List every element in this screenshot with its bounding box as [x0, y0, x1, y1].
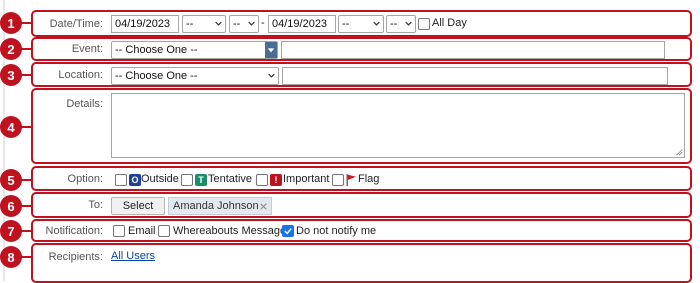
badge-1: 1	[0, 12, 22, 34]
location-text-input[interactable]	[282, 67, 668, 85]
option-flag-checkbox[interactable]	[332, 174, 344, 186]
event-select-arrow-box	[265, 42, 277, 58]
end-minute-select[interactable]: --	[386, 15, 416, 33]
event-label: Event:	[71, 43, 103, 55]
chevron-down-icon	[248, 21, 255, 26]
option-outside-checkbox[interactable]	[115, 174, 127, 186]
email-label: Email	[128, 225, 156, 237]
badge-3: 3	[0, 64, 22, 86]
datetime-label: Date/Time:	[49, 18, 103, 30]
option-important-label: Important	[283, 173, 330, 185]
badge-2: 2	[0, 38, 22, 60]
badge-7: 7	[0, 220, 22, 242]
details-textarea[interactable]	[111, 93, 685, 158]
row-datetime: Date/Time: 04/19/2023 -- -- - 04/19/2023…	[31, 10, 692, 37]
caret-down-icon	[267, 48, 275, 53]
event-text-input[interactable]	[281, 41, 665, 59]
start-hour-value: --	[186, 18, 194, 30]
do-not-notify-checkbox[interactable]	[282, 225, 294, 237]
chevron-down-icon	[405, 21, 412, 26]
badge-6: 6	[0, 195, 22, 217]
location-select-value: -- Choose One --	[115, 70, 198, 82]
all-users-link[interactable]: All Users	[111, 250, 155, 262]
option-important-checkbox[interactable]	[256, 174, 268, 186]
do-not-notify-label: Do not notify me	[296, 225, 377, 237]
option-flag-label: Flag	[358, 173, 380, 185]
row-location: Location: -- Choose One --	[31, 62, 692, 87]
badge-8: 8	[0, 246, 22, 268]
chevron-down-icon	[373, 21, 380, 26]
chevron-down-icon	[215, 21, 222, 26]
row-option: Option: O Outside T Tentative ! Importan…	[31, 166, 692, 191]
option-tentative-label: Tentative	[208, 173, 253, 185]
tentative-icon: T	[195, 174, 207, 186]
to-label: To:	[88, 199, 103, 211]
badge-5: 5	[0, 169, 22, 191]
important-icon: !	[270, 174, 282, 186]
start-hour-select[interactable]: --	[182, 15, 226, 33]
whereabouts-label: Whereabouts Message	[173, 225, 287, 237]
badge-4: 4	[0, 116, 22, 138]
date-range-separator: -	[261, 17, 265, 29]
notification-label: Notification:	[45, 225, 103, 237]
event-select-value: -- Choose One --	[115, 44, 198, 56]
row-event: Event: -- Choose One --	[31, 37, 692, 61]
select-recipients-button[interactable]: Select	[111, 197, 165, 215]
whereabouts-checkbox[interactable]	[158, 225, 170, 237]
end-date-input[interactable]: 04/19/2023	[268, 15, 336, 33]
details-label: Details:	[66, 98, 103, 110]
location-label: Location:	[58, 69, 103, 81]
option-outside-label: Outside	[141, 173, 179, 185]
start-minute-select[interactable]: --	[229, 15, 259, 33]
end-hour-value: --	[342, 18, 350, 30]
chevron-down-icon	[268, 73, 275, 78]
row-notification: Notification: Email Whereabouts Message …	[31, 219, 692, 242]
recipient-name: Amanda Johnson	[173, 200, 259, 212]
email-checkbox[interactable]	[113, 225, 125, 237]
end-minute-value: --	[390, 18, 398, 30]
all-day-label: All Day	[432, 17, 467, 29]
option-tentative-checkbox[interactable]	[181, 174, 193, 186]
start-date-input[interactable]: 04/19/2023	[111, 15, 179, 33]
remove-recipient-icon[interactable]	[260, 203, 267, 210]
event-select[interactable]: -- Choose One --	[111, 41, 278, 59]
end-hour-select[interactable]: --	[338, 15, 384, 33]
row-details: Details:	[31, 88, 692, 164]
recipients-label: Recipients:	[48, 251, 103, 263]
location-select[interactable]: -- Choose One --	[111, 67, 279, 85]
flag-icon	[346, 174, 356, 186]
resize-grip-icon[interactable]	[675, 148, 683, 156]
start-minute-value: --	[233, 18, 241, 30]
option-label: Option:	[67, 173, 103, 185]
recipient-chip: Amanda Johnson	[168, 197, 272, 215]
outside-icon: O	[129, 174, 141, 186]
row-recipients: Recipients: All Users	[31, 243, 692, 283]
all-day-checkbox[interactable]	[418, 18, 430, 30]
checkmark-icon	[284, 228, 292, 235]
row-to: To: Select Amanda Johnson	[31, 192, 692, 218]
